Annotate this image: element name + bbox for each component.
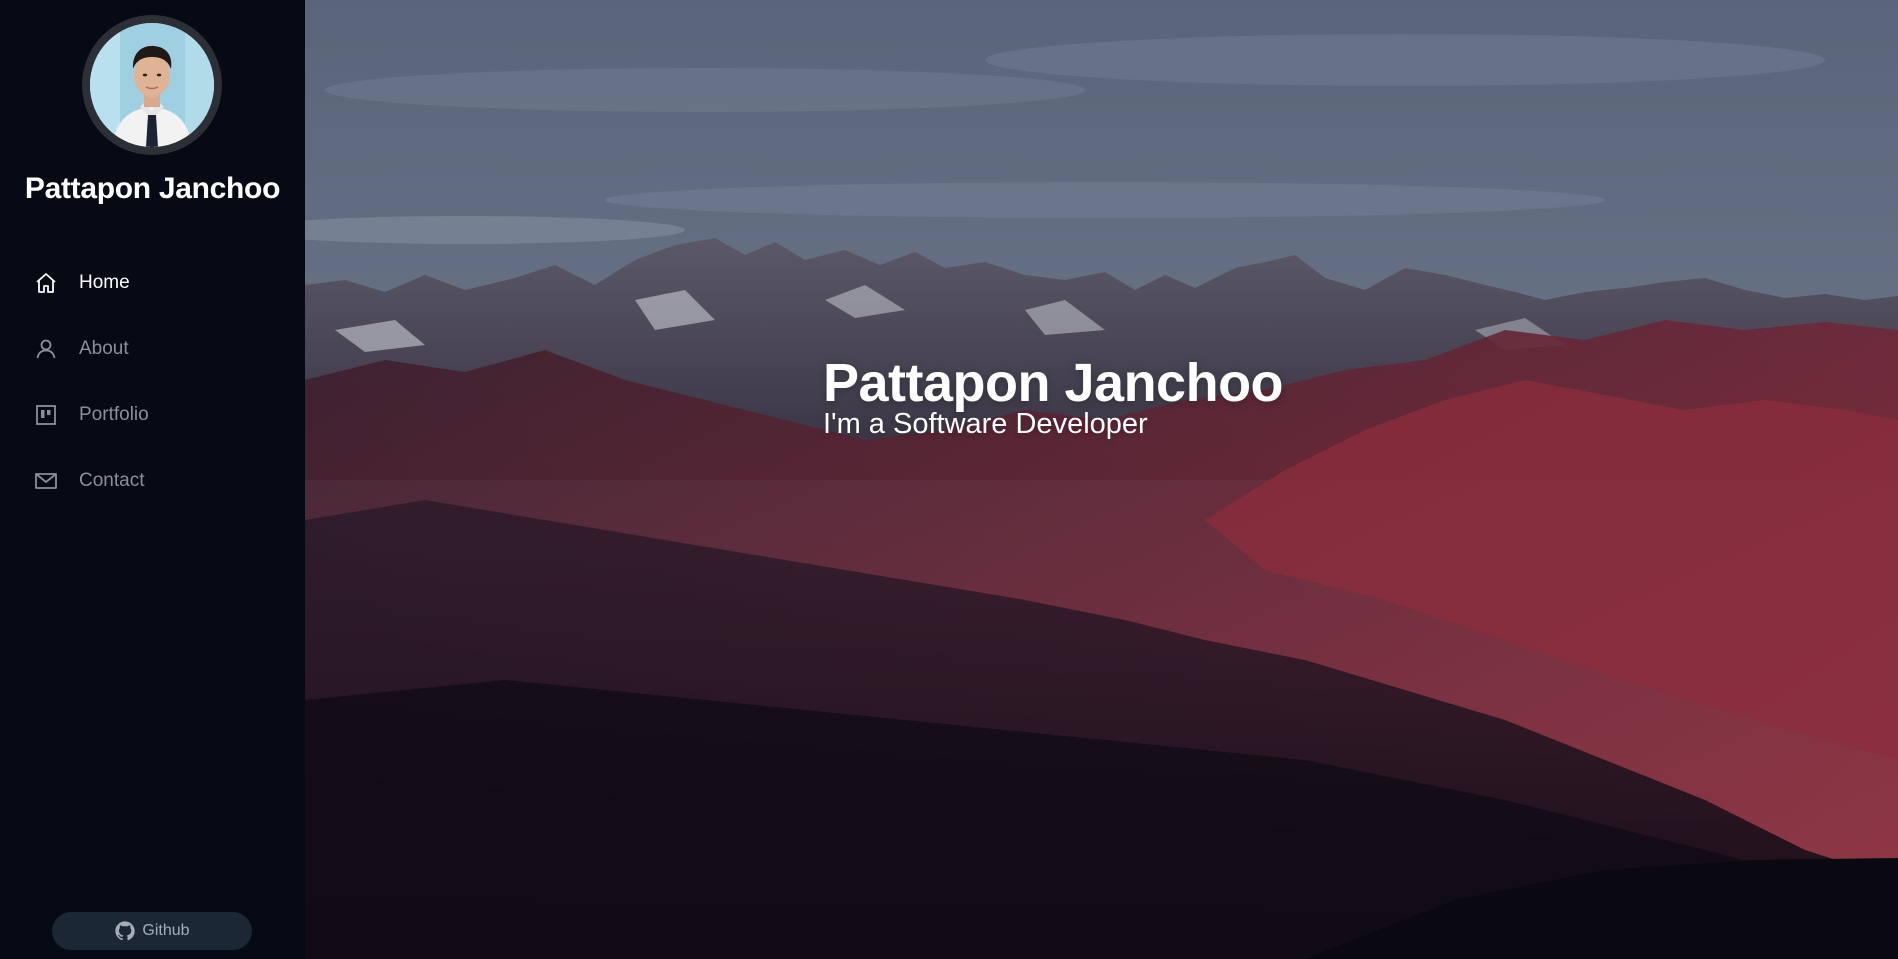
profile-photo [90, 23, 214, 147]
nav-item-home[interactable]: Home [0, 250, 305, 316]
mountain-landscape [305, 0, 1898, 959]
sidebar: Pattapon Janchoo Home About Portfolio Co… [0, 0, 305, 959]
nav-item-label: Home [79, 272, 130, 293]
github-button[interactable]: Github [52, 912, 252, 950]
hero-title: Pattapon Janchoo [823, 353, 1284, 414]
github-button-label: Github [142, 922, 190, 939]
hero-subtitle: I'm a Software Developer [823, 408, 1148, 440]
sidebar-profile-name: Pattapon Janchoo [24, 172, 281, 205]
hero-section: Pattapon Janchoo I'm a Software Develope… [305, 0, 1898, 959]
nav-item-contact[interactable]: Contact [0, 448, 305, 514]
github-icon [114, 920, 136, 942]
nav-item-label: Portfolio [79, 404, 149, 425]
avatar-frame [82, 15, 222, 155]
home-icon [33, 270, 59, 296]
mail-icon [33, 468, 59, 494]
portfolio-icon [33, 402, 59, 428]
nav-item-label: About [79, 338, 129, 359]
nav-item-label: Contact [79, 470, 145, 491]
nav-item-about[interactable]: About [0, 316, 305, 382]
avatar [90, 23, 214, 147]
app-root: Pattapon Janchoo Home About Portfolio Co… [0, 0, 1898, 959]
sidebar-nav: Home About Portfolio Contact [0, 250, 305, 514]
user-icon [33, 336, 59, 362]
nav-item-portfolio[interactable]: Portfolio [0, 382, 305, 448]
